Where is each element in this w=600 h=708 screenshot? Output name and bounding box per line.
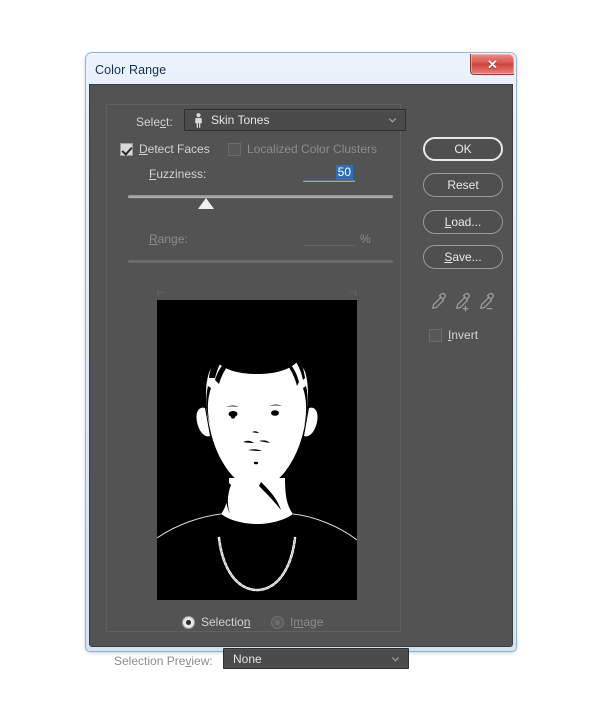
preview-tick-right: ⊣	[349, 288, 357, 298]
select-dropdown[interactable]: Skin Tones	[184, 109, 406, 131]
fuzziness-label: Fuzziness:	[149, 167, 207, 181]
invert-label: Invert	[448, 328, 479, 342]
window-title: Color Range	[95, 63, 167, 77]
preview-tick-left: ⊢	[157, 288, 165, 298]
dialog-body: Select: Skin Tones Detect Faces Localize…	[89, 84, 513, 669]
load-button[interactable]: Load...	[423, 210, 503, 234]
ok-button[interactable]: OK	[423, 137, 503, 161]
selection-preview-dropdown[interactable]: None	[223, 648, 409, 669]
chevron-down-icon	[391, 656, 400, 662]
eyedropper-minus-icon	[479, 292, 494, 310]
range-label: Range:	[149, 232, 188, 246]
close-icon: ✕	[487, 56, 498, 72]
selection-mask-render	[157, 300, 357, 600]
selection-preview-image[interactable]	[157, 300, 357, 600]
localized-color-clusters-label: Localized Color Clusters	[247, 142, 378, 156]
fuzziness-input[interactable]: 50	[303, 164, 355, 181]
preview-mode-image-label: Image	[290, 615, 324, 629]
reset-button[interactable]: Reset	[423, 173, 503, 197]
chevron-down-icon	[388, 118, 397, 123]
screen: Color Range ✕ Select: Skin Tones Detect …	[0, 0, 600, 708]
save-button-label: Save...	[444, 250, 482, 264]
eyedropper-icon	[431, 292, 446, 310]
fuzziness-value: 50	[335, 164, 353, 180]
range-input[interactable]	[303, 229, 355, 246]
invert-checkbox[interactable]	[429, 329, 442, 342]
preview-mode-selection-label: Selection	[201, 615, 251, 629]
preview-mode-selection-radio[interactable]	[182, 616, 195, 629]
person-figure-icon	[195, 112, 202, 128]
preview-mode-image-radio[interactable]	[271, 616, 284, 629]
fuzziness-slider-thumb[interactable]	[198, 198, 214, 209]
detect-faces-label: Detect Faces	[139, 142, 210, 156]
color-range-dialog: Color Range ✕ Select: Skin Tones Detect …	[85, 52, 517, 669]
select-value: Skin Tones	[211, 113, 270, 127]
save-button[interactable]: Save...	[423, 245, 503, 269]
detect-faces-checkbox[interactable]	[120, 143, 133, 156]
eyedropper-plus-icon	[455, 292, 470, 312]
select-label: Select:	[136, 115, 173, 129]
load-button-label: Load...	[444, 215, 482, 229]
localized-color-clusters-checkbox[interactable]	[228, 143, 241, 156]
close-button[interactable]: ✕	[470, 54, 514, 75]
fuzziness-underline	[303, 181, 355, 182]
fuzziness-slider-track[interactable]	[128, 195, 393, 198]
selection-preview-value: None	[233, 651, 262, 666]
selection-preview-label: Selection Preview:	[114, 654, 213, 668]
range-slider-track[interactable]	[128, 260, 393, 263]
eyedropper-tool-group	[430, 291, 502, 313]
title-bar: Color Range ✕	[89, 54, 514, 84]
range-unit-label: %	[360, 232, 371, 246]
